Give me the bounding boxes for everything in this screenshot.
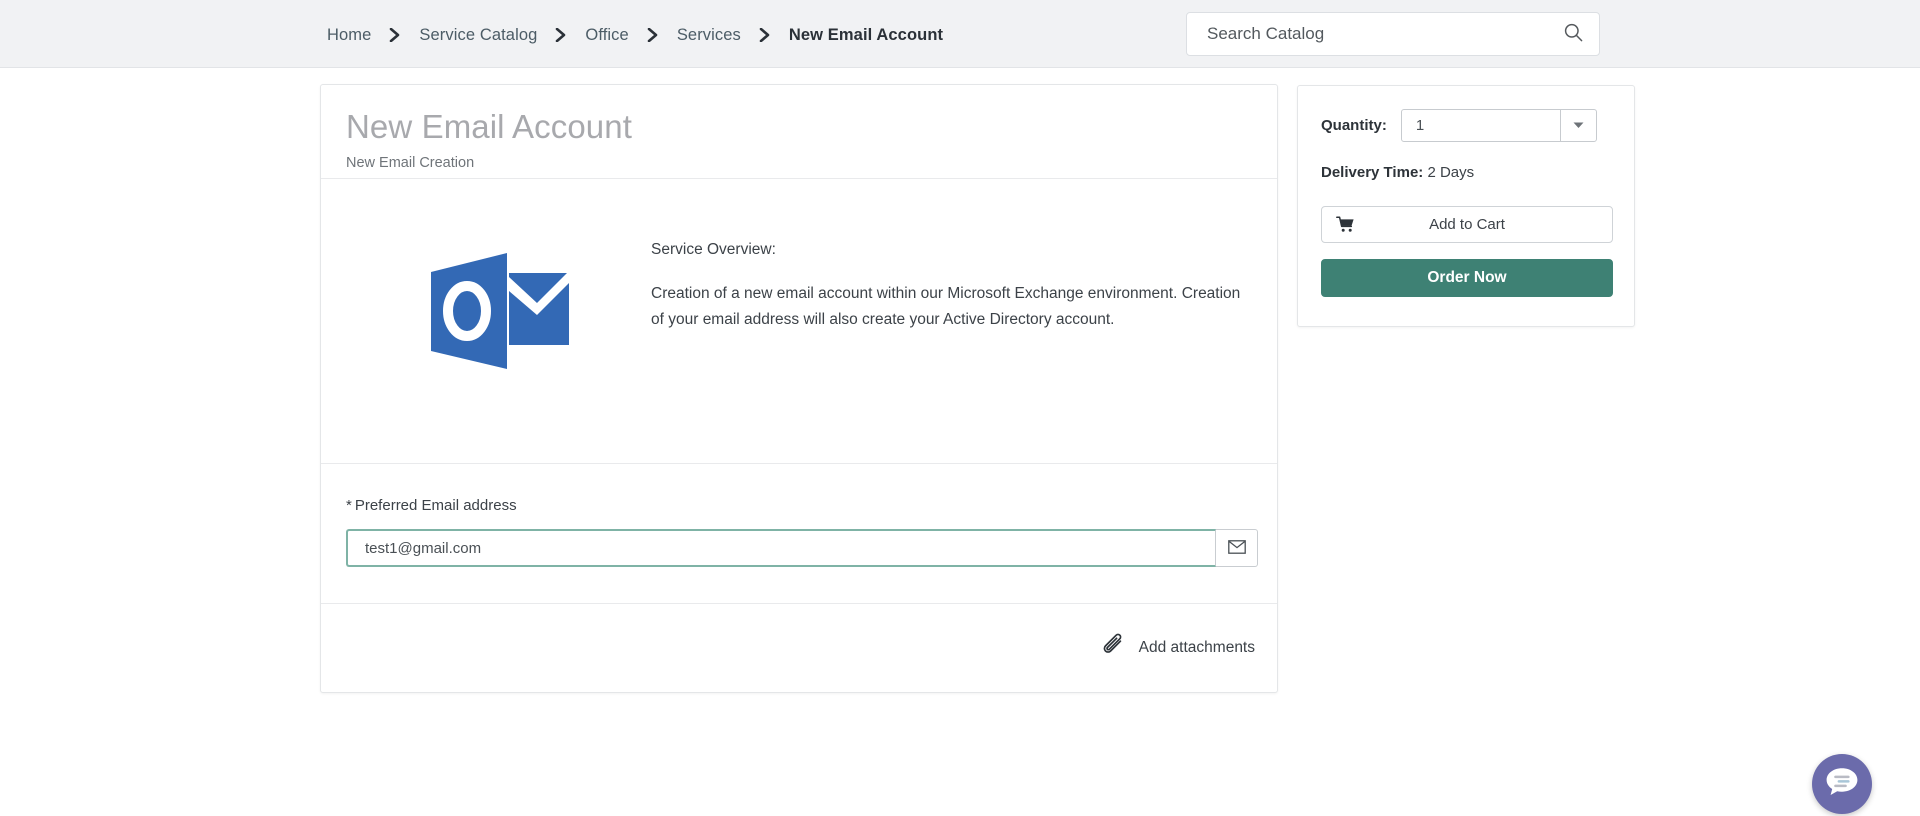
preferred-email-field-row: * Preferred Email address bbox=[321, 464, 1277, 604]
preferred-email-label: * Preferred Email address bbox=[346, 497, 1277, 514]
chat-support-button[interactable] bbox=[1812, 754, 1872, 814]
service-overview-section: Service Overview: Creation of a new emai… bbox=[321, 179, 1277, 464]
add-attachments-label: Add attachments bbox=[1138, 639, 1255, 656]
catalog-item-card: New Email Account New Email Creation Ser… bbox=[320, 84, 1278, 693]
breadcrumb-item-office[interactable]: Office bbox=[585, 26, 628, 45]
quantity-value: 1 bbox=[1415, 116, 1425, 134]
preferred-email-label-text: Preferred Email address bbox=[354, 497, 517, 514]
shopping-cart-icon bbox=[1336, 216, 1355, 233]
service-overview-label: Service Overview: bbox=[651, 241, 776, 258]
top-header-bar: Home Service Catalog Office Services New… bbox=[0, 0, 1920, 68]
paperclip-icon bbox=[1101, 633, 1127, 664]
quantity-select[interactable]: 1 bbox=[1400, 108, 1597, 142]
preferred-email-input[interactable] bbox=[346, 529, 1216, 567]
order-panel: Quantity: 1 Delivery Time: 2 Days Add to… bbox=[1297, 85, 1635, 327]
delivery-time-value: 2 Days bbox=[1427, 164, 1475, 181]
order-now-label: Order Now bbox=[1427, 269, 1507, 286]
chevron-down-icon[interactable] bbox=[1559, 109, 1596, 141]
chevron-right-icon bbox=[389, 28, 401, 42]
quantity-label: Quantity: bbox=[1321, 116, 1387, 134]
attachments-section: Add attachments bbox=[321, 604, 1277, 692]
chevron-right-icon bbox=[555, 28, 567, 42]
add-to-cart-button[interactable]: Add to Cart bbox=[1321, 206, 1613, 243]
breadcrumb-item-current: New Email Account bbox=[788, 25, 944, 44]
breadcrumb: Home Service Catalog Office Services New… bbox=[327, 23, 943, 47]
card-header: New Email Account New Email Creation bbox=[321, 85, 1277, 179]
quantity-row: Quantity: 1 bbox=[1321, 108, 1611, 142]
search-icon bbox=[1564, 23, 1583, 45]
page-title: New Email Account bbox=[346, 108, 632, 145]
add-to-cart-label: Add to Cart bbox=[1429, 216, 1505, 233]
breadcrumb-item-service-catalog[interactable]: Service Catalog bbox=[419, 26, 537, 45]
search-catalog-box[interactable] bbox=[1186, 12, 1600, 56]
breadcrumb-item-services[interactable]: Services bbox=[677, 26, 741, 45]
breadcrumb-item-home[interactable]: Home bbox=[327, 26, 371, 45]
overview-text-block: Service Overview: Creation of a new emai… bbox=[651, 241, 1251, 333]
required-marker: * bbox=[346, 497, 352, 514]
microsoft-outlook-logo-icon bbox=[429, 247, 575, 377]
service-overview-body: Creation of a new email account within o… bbox=[651, 285, 1241, 328]
email-lookup-button[interactable] bbox=[1216, 529, 1258, 567]
delivery-time-label: Delivery Time: bbox=[1321, 164, 1424, 181]
page-subtitle: New Email Creation bbox=[346, 155, 475, 171]
order-now-button[interactable]: Order Now bbox=[1321, 259, 1613, 297]
search-input[interactable] bbox=[1187, 13, 1547, 55]
envelope-icon bbox=[1227, 539, 1246, 557]
search-submit-button[interactable] bbox=[1547, 13, 1599, 55]
chevron-right-icon bbox=[759, 28, 771, 42]
chevron-right-icon bbox=[647, 28, 659, 42]
add-attachments-button[interactable]: Add attachments bbox=[1101, 633, 1255, 664]
chat-bubble-icon bbox=[1825, 766, 1859, 802]
preferred-email-input-group bbox=[346, 529, 1258, 567]
delivery-time-row: Delivery Time: 2 Days bbox=[1321, 164, 1611, 181]
